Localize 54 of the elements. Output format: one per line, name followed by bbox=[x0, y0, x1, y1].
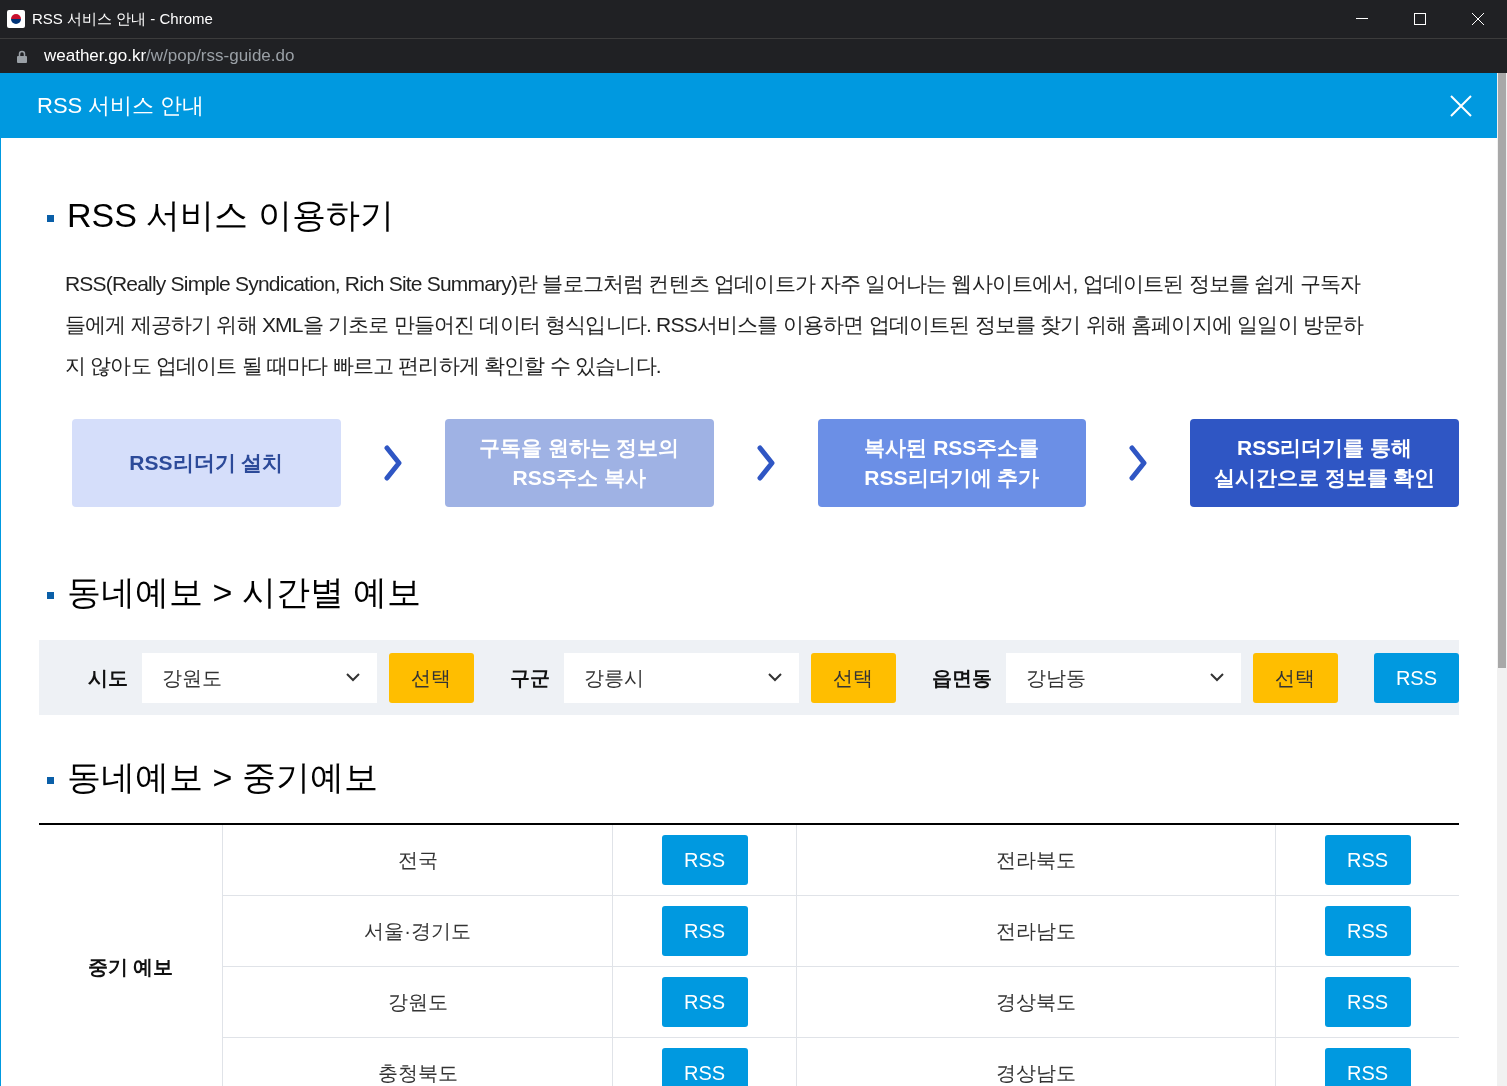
field-label: 읍면동 bbox=[931, 665, 992, 691]
table-cell-text: 전국 bbox=[397, 848, 438, 873]
bullet-icon bbox=[47, 592, 54, 599]
select-button[interactable]: 선택 bbox=[388, 652, 474, 703]
scrollbar-thumb[interactable] bbox=[1498, 73, 1506, 668]
chevron-right-icon bbox=[1128, 445, 1149, 481]
step-card: RSS리더기를 통해 실시간으로 정보를 확인 bbox=[1190, 419, 1459, 507]
chevron-down-icon bbox=[1209, 673, 1224, 682]
step-card: RSS리더기 설치 bbox=[72, 419, 341, 507]
rss-button[interactable]: RSS bbox=[661, 1048, 748, 1086]
rss-button[interactable]: RSS bbox=[661, 906, 748, 956]
step-card: 구독을 원하는 정보의 RSS주소 복사 bbox=[444, 419, 714, 507]
select-button[interactable]: 선택 bbox=[1252, 652, 1338, 703]
chevron-right-icon bbox=[382, 445, 403, 481]
section-heading: RSS 서비스 이용하기 bbox=[67, 195, 394, 236]
chevron-right-icon bbox=[755, 445, 776, 481]
step-card: 복사된 RSS주소를 RSS리더기에 추가 bbox=[817, 419, 1087, 507]
section-heading: 동네예보 > 중기예보 bbox=[67, 757, 378, 798]
field-label: 구군 bbox=[509, 665, 550, 691]
address-text: weather.go.kr/w/pop/rss-guide.do bbox=[44, 45, 295, 68]
select-field[interactable]: 강릉시 bbox=[563, 652, 799, 703]
chevron-down-icon bbox=[345, 673, 360, 682]
rss-button[interactable]: RSS bbox=[1324, 906, 1411, 956]
chevron-down-icon bbox=[767, 673, 782, 682]
bullet-icon bbox=[47, 215, 54, 222]
rss-button[interactable]: RSS bbox=[1324, 1048, 1411, 1086]
select-field[interactable]: 강원도 bbox=[142, 652, 377, 703]
dialog-title: RSS 서비스 안내 bbox=[37, 92, 206, 120]
window-title: RSS 서비스 안내 - Chrome bbox=[32, 8, 213, 29]
table-cell-text: 경상북도 bbox=[996, 990, 1076, 1015]
select-field[interactable]: 강남동 bbox=[1005, 652, 1241, 703]
table-cell-text: 서울·경기도 bbox=[364, 919, 471, 944]
row-header: 중기 예보 bbox=[87, 955, 174, 980]
rss-button[interactable]: RSS bbox=[1324, 835, 1411, 885]
app-logo-icon bbox=[7, 10, 25, 28]
minimize-icon bbox=[1356, 18, 1368, 20]
table-cell-text: 강원도 bbox=[387, 990, 448, 1015]
rss-button[interactable]: RSS bbox=[1324, 977, 1411, 1027]
rss-button[interactable]: RSS bbox=[1373, 652, 1459, 703]
close-icon bbox=[1472, 13, 1484, 25]
maximize-icon bbox=[1414, 13, 1426, 25]
table-cell-text: 전라북도 bbox=[996, 848, 1076, 873]
table-cell-text: 충청북도 bbox=[377, 1061, 458, 1086]
section-heading: 동네예보 > 시간별 예보 bbox=[67, 572, 422, 613]
rss-button[interactable]: RSS bbox=[661, 835, 748, 885]
intro-paragraph: RSS(Really Simple Syndication, Rich Site Summary)란 블로그처럼 컨텐츠 업데이트가 자주 일어나는 웹사이트에서, 업데이트된 정보를 쉽게 구독자들에게 제공하기 위해 XML을 기초로 만들어진 데이터 형식입니다. RSS서비스를 이용하면 업데이트된 정보를 찾기 위해 홈페이지에 일일이 방문하지 않아도 업데이트 될 때마다 빠르고 편리하게 확인할 수 있습니다. bbox=[64, 271, 1365, 379]
close-icon[interactable] bbox=[1449, 93, 1473, 118]
lock-icon bbox=[17, 49, 27, 63]
table-cell-text: 경상남도 bbox=[996, 1061, 1076, 1086]
bullet-icon bbox=[47, 777, 54, 784]
field-label: 시도 bbox=[88, 665, 128, 691]
table-cell-text: 전라남도 bbox=[996, 919, 1076, 944]
rss-button[interactable]: RSS bbox=[661, 977, 748, 1027]
select-button[interactable]: 선택 bbox=[810, 652, 896, 703]
